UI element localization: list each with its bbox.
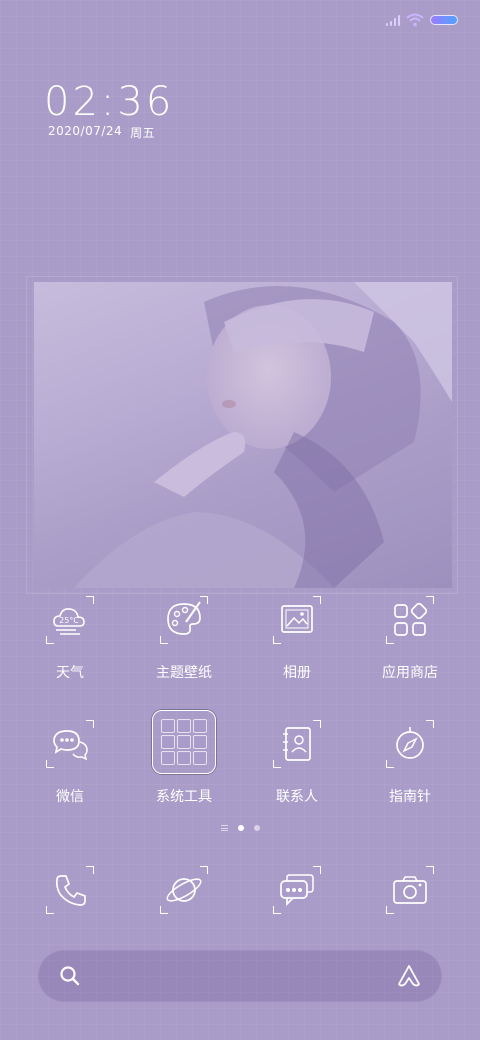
- dock-phone[interactable]: [46, 866, 94, 914]
- status-bar: [386, 10, 458, 30]
- app-weather[interactable]: 25°C 天气: [15, 596, 125, 682]
- wifi-icon: [406, 13, 424, 27]
- contacts-icon: [273, 720, 321, 768]
- app-system-tools[interactable]: 系统工具: [129, 720, 239, 806]
- photo-widget[interactable]: [34, 282, 452, 588]
- page-indicator[interactable]: [0, 825, 480, 831]
- weather-temp: 25°C: [59, 616, 79, 625]
- app-label: 系统工具: [156, 789, 212, 805]
- clock-date: 2020/07/24: [48, 124, 123, 138]
- app-label: 联系人: [276, 789, 318, 805]
- wechat-icon: [46, 720, 94, 768]
- app-compass[interactable]: 指南针: [355, 720, 465, 806]
- weather-icon: 25°C: [46, 596, 94, 644]
- gallery-icon: [273, 596, 321, 644]
- signal-icon: [386, 14, 400, 26]
- assistant-icon[interactable]: [396, 963, 422, 989]
- clock-time[interactable]: 02:36: [44, 78, 174, 126]
- palette-icon: [160, 596, 208, 644]
- app-wechat[interactable]: 微信: [15, 720, 125, 806]
- app-label: 相册: [283, 665, 311, 681]
- battery-icon: [430, 15, 458, 25]
- app-store-icon: [386, 596, 434, 644]
- search-icon[interactable]: [58, 964, 82, 988]
- clock-weekday: 周五: [130, 126, 156, 140]
- page-dot-active[interactable]: [237, 825, 244, 831]
- page-indicator-minus-one[interactable]: [220, 825, 228, 831]
- app-label: 微信: [56, 789, 84, 805]
- app-theme-wallpaper[interactable]: 主题壁纸: [129, 596, 239, 682]
- dock-messages[interactable]: [273, 866, 321, 914]
- search-bar[interactable]: [38, 950, 442, 1002]
- app-gallery[interactable]: 相册: [242, 596, 352, 682]
- compass-icon: [386, 720, 434, 768]
- app-label: 主题壁纸: [156, 665, 212, 681]
- page-dot[interactable]: [253, 825, 260, 831]
- app-label: 应用商店: [382, 665, 438, 681]
- app-contacts[interactable]: 联系人: [242, 720, 352, 806]
- app-label: 天气: [56, 665, 84, 681]
- app-app-store[interactable]: 应用商店: [355, 596, 465, 682]
- app-label: 指南针: [389, 789, 431, 805]
- dock-browser[interactable]: [160, 866, 208, 914]
- dock-camera[interactable]: [386, 866, 434, 914]
- clock-date-row[interactable]: 2020/07/24 周五: [48, 124, 155, 141]
- portrait-photo: [74, 282, 452, 588]
